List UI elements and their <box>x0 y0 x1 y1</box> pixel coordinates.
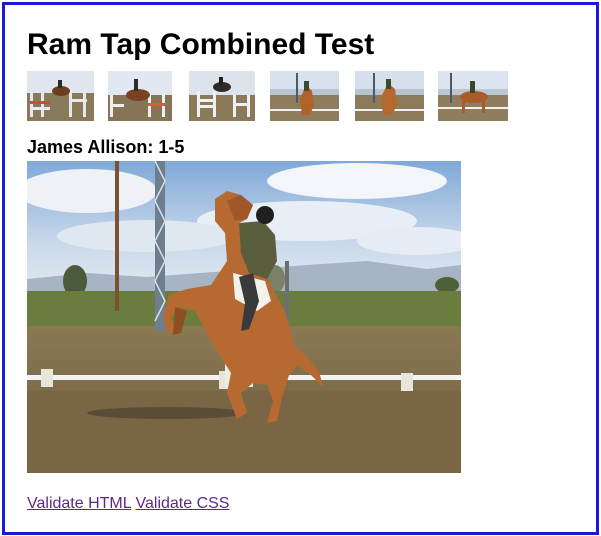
thumbnail-4[interactable] <box>270 71 339 121</box>
thumbnail-6[interactable] <box>438 71 508 121</box>
footer-links: Validate HTML Validate CSS <box>27 494 229 514</box>
rearing-horse-image: S <box>27 161 461 473</box>
main-photo: S <box>27 161 461 473</box>
page-title: Ram Tap Combined Test <box>27 28 375 61</box>
page-frame: Ram Tap Combined Test James Allison: 1-5… <box>2 2 599 535</box>
thumbnail-2[interactable] <box>108 71 172 121</box>
validate-css-link[interactable]: Validate CSS <box>136 495 230 512</box>
photo-caption: James Allison: 1-5 <box>27 137 185 157</box>
thumbnail-1[interactable] <box>27 71 94 121</box>
validate-html-link[interactable]: Validate HTML <box>27 495 131 512</box>
thumbnail-3[interactable] <box>189 71 255 121</box>
thumbnail-5[interactable] <box>355 71 424 121</box>
